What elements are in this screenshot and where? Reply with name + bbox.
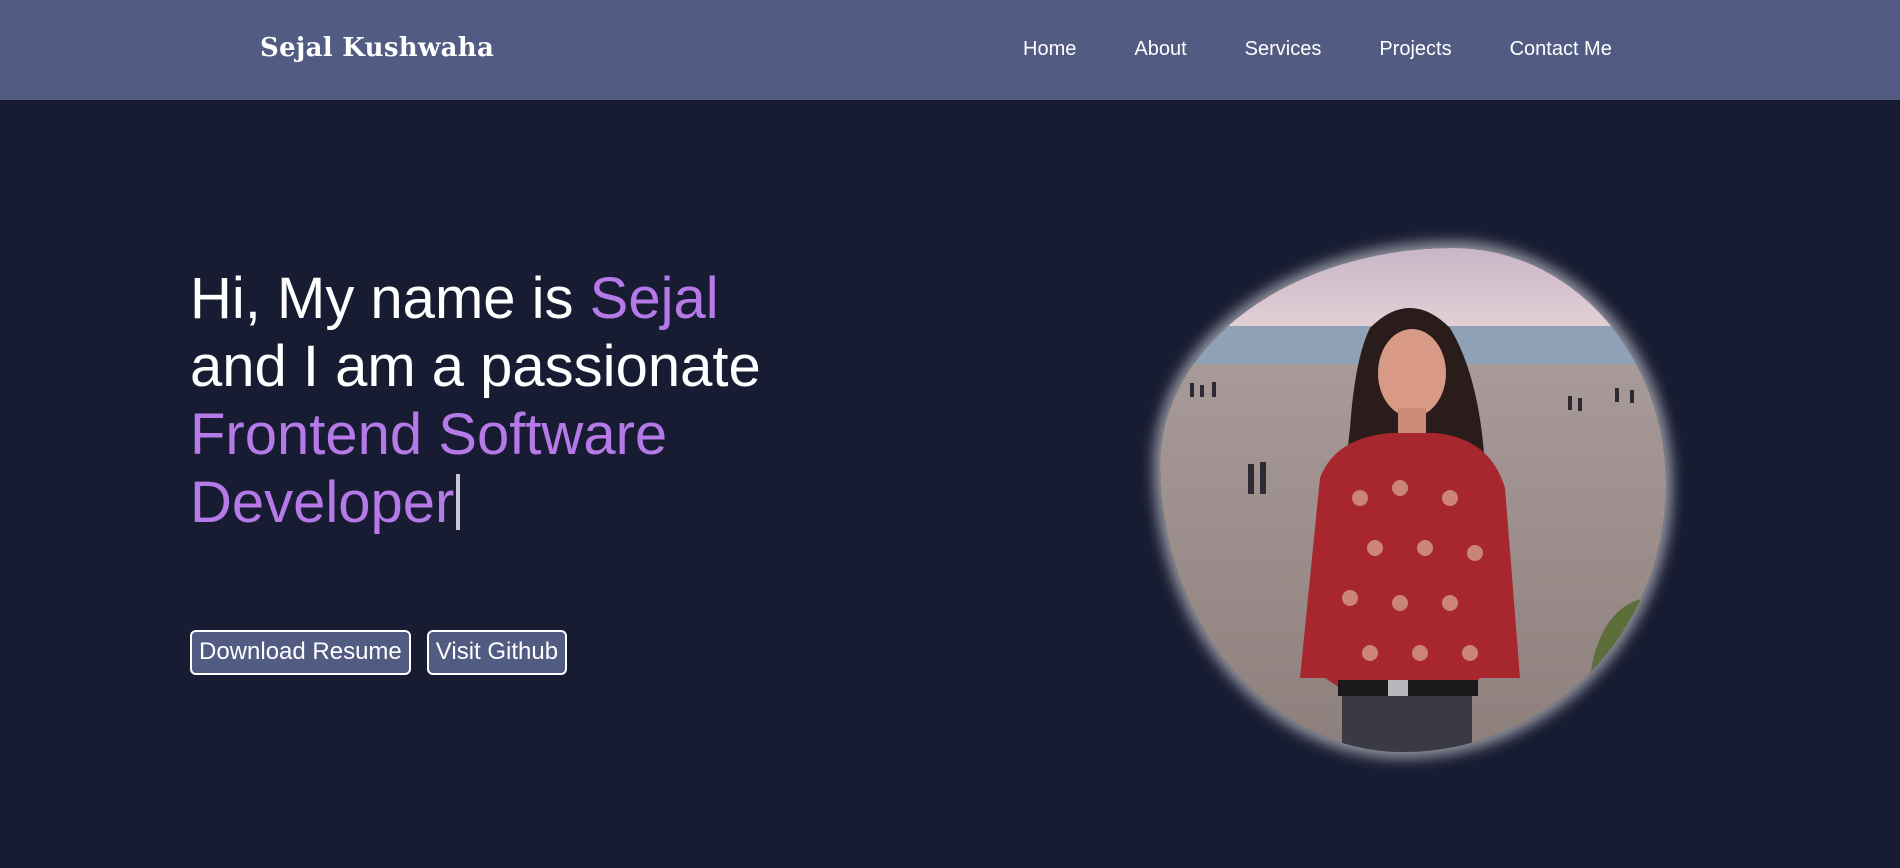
nav-link-about[interactable]: About	[1134, 38, 1186, 61]
navbar: Sejal Kushwaha Home About Services Proje…	[0, 0, 1900, 100]
visit-github-button[interactable]: Visit Github	[426, 630, 568, 675]
hero-name: Sejal	[589, 266, 719, 331]
nav-link-services[interactable]: Services	[1245, 38, 1322, 61]
hero-headline: Hi, My name is Sejal and I am a passiona…	[190, 265, 890, 537]
nav-link-home[interactable]: Home	[1023, 38, 1076, 61]
brand-logo-text[interactable]: Sejal Kushwaha	[260, 33, 494, 63]
nav-link-projects[interactable]: Projects	[1379, 38, 1451, 61]
download-resume-button[interactable]: Download Resume	[190, 630, 411, 675]
profile-photo	[1160, 248, 1666, 752]
profile-photo-frame	[1160, 248, 1666, 752]
typing-cursor	[456, 474, 461, 530]
hero-tagline: and I am a passionate	[190, 334, 761, 399]
hero-buttons: Download Resume Visit Github	[190, 630, 568, 675]
nav-link-contact[interactable]: Contact Me	[1510, 38, 1612, 61]
nav-links: Home About Services Projects Contact Me	[1023, 38, 1670, 61]
hero-section: Hi, My name is Sejal and I am a passiona…	[190, 265, 890, 537]
hero-role-line1: Frontend Software	[190, 402, 668, 467]
hero-greeting: Hi, My name is	[190, 266, 590, 331]
profile-photo-image	[1160, 248, 1666, 752]
hero-role-line2: Developer	[190, 470, 455, 535]
